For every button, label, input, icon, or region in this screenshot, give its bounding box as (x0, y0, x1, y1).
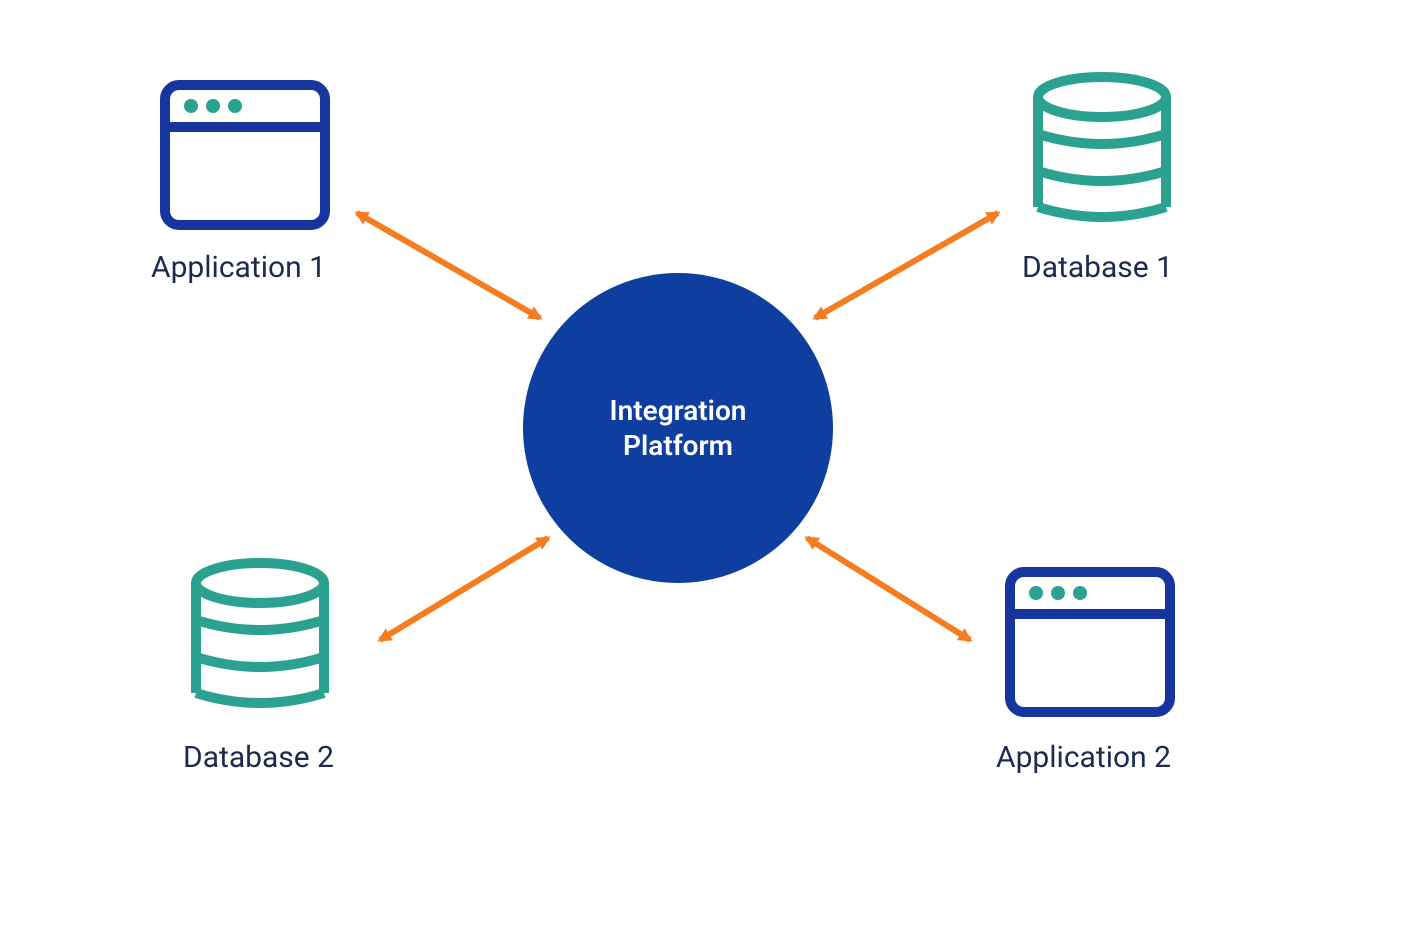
connector-bottom-right (807, 538, 970, 640)
label-application-1: Application 1 (151, 250, 326, 285)
center-line2: Platform (623, 429, 733, 462)
connector-top-left (357, 213, 540, 318)
database-icon (196, 563, 324, 703)
label-database-1: Database 1 (1022, 250, 1173, 285)
integration-platform-label: Integration Platform (610, 393, 747, 463)
application-icon (165, 85, 325, 225)
connector-bottom-left (380, 538, 548, 640)
diagram-stage: Integration Platform Application 1 Datab… (0, 0, 1404, 936)
application-icon (1010, 572, 1170, 712)
label-application-2: Application 2 (996, 740, 1171, 775)
database-icon (1038, 77, 1166, 217)
connector-top-right (815, 213, 998, 318)
label-database-2: Database 2 (183, 740, 334, 775)
integration-platform-node: Integration Platform (523, 273, 833, 583)
center-line1: Integration (610, 394, 747, 427)
